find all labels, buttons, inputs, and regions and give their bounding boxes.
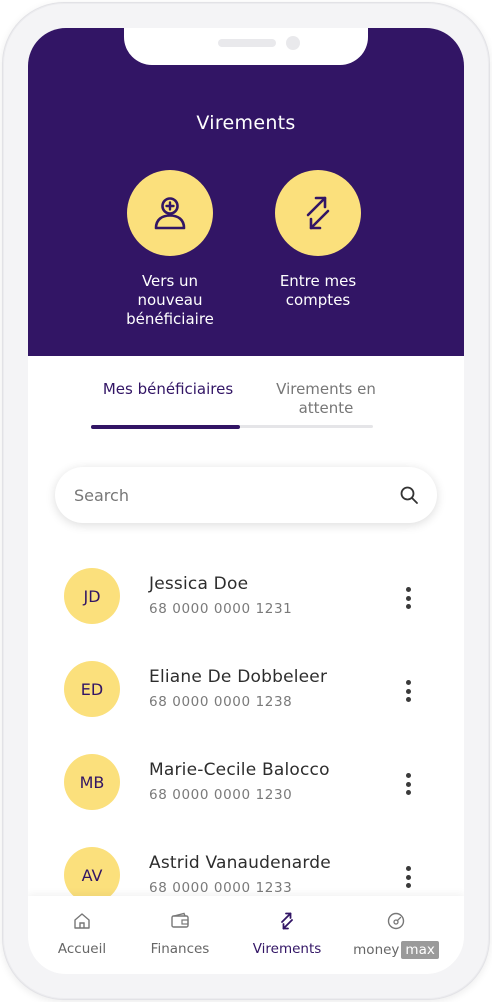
more-options-icon[interactable] xyxy=(398,585,418,611)
more-options-icon[interactable] xyxy=(398,771,418,797)
header: Virements Vers un nouveau bénéficiaire E… xyxy=(28,28,464,356)
new-beneficiary-button[interactable]: Vers un nouveau bénéficiaire xyxy=(100,170,240,329)
beneficiary-name: Marie-Cecile Balocco xyxy=(149,760,330,780)
avatar: ED xyxy=(64,661,120,717)
nav-label: Virements xyxy=(252,941,322,957)
tab-virements-en-attente[interactable]: Virements en attente xyxy=(256,380,396,418)
new-beneficiary-circle xyxy=(127,170,213,256)
beneficiary-name: Jessica Doe xyxy=(149,574,249,594)
more-options-icon[interactable] xyxy=(398,864,418,890)
search-bar xyxy=(55,467,437,523)
beneficiary-account: 68 0000 0000 1230 xyxy=(149,787,293,803)
add-user-icon xyxy=(154,197,186,230)
app-screen: Virements Vers un nouveau bénéficiaire E… xyxy=(28,28,464,974)
nav-finances[interactable]: Finances xyxy=(130,910,230,957)
avatar: MB xyxy=(64,754,120,810)
beneficiary-account: 68 0000 0000 1238 xyxy=(149,694,293,710)
nav-virements[interactable]: Virements xyxy=(237,910,337,957)
phone-camera xyxy=(286,36,300,50)
avatar: AV xyxy=(64,847,120,903)
beneficiary-account: 68 0000 0000 1233 xyxy=(149,880,293,896)
bottom-nav: Accueil Finances Virements money max xyxy=(28,896,464,974)
page-title: Virements xyxy=(196,112,296,134)
list-item[interactable]: AV Astrid Vanaudenarde 68 0000 0000 1233 xyxy=(28,844,464,904)
list-item[interactable]: ED Eliane De Dobbeleer 68 0000 0000 1238 xyxy=(28,658,464,718)
transfer-icon xyxy=(281,912,293,930)
nav-label: Finances xyxy=(150,941,210,957)
new-beneficiary-label: Vers un nouveau bénéficiaire xyxy=(126,272,214,328)
moneymax-label: money xyxy=(353,942,400,958)
tab-mes-beneficiaires[interactable]: Mes bénéficiaires xyxy=(88,380,248,399)
more-options-icon[interactable] xyxy=(398,678,418,704)
beneficiary-name: Eliane De Dobbeleer xyxy=(149,667,328,687)
list-item[interactable]: MB Marie-Cecile Balocco 68 0000 0000 123… xyxy=(28,751,464,811)
nav-label: Accueil xyxy=(57,941,107,957)
between-accounts-circle xyxy=(275,170,361,256)
nav-moneymax[interactable]: money max xyxy=(346,910,446,959)
avatar: JD xyxy=(64,568,120,624)
beneficiary-account: 68 0000 0000 1231 xyxy=(149,601,293,617)
wallet-icon xyxy=(171,912,189,928)
nav-accueil[interactable]: Accueil xyxy=(32,910,132,957)
gauge-icon xyxy=(387,912,405,930)
phone-speaker xyxy=(218,39,276,47)
beneficiary-name: Astrid Vanaudenarde xyxy=(149,853,331,873)
between-accounts-button[interactable]: Entre mes comptes xyxy=(248,170,388,310)
home-icon xyxy=(74,913,90,929)
moneymax-badge: max xyxy=(401,941,439,959)
list-item[interactable]: JD Jessica Doe 68 0000 0000 1231 xyxy=(28,565,464,625)
search-icon[interactable] xyxy=(399,485,419,505)
search-input[interactable] xyxy=(74,485,399,505)
transfer-arrows-icon xyxy=(306,196,330,230)
between-accounts-label: Entre mes comptes xyxy=(279,272,357,309)
tab-active-indicator xyxy=(91,425,240,429)
